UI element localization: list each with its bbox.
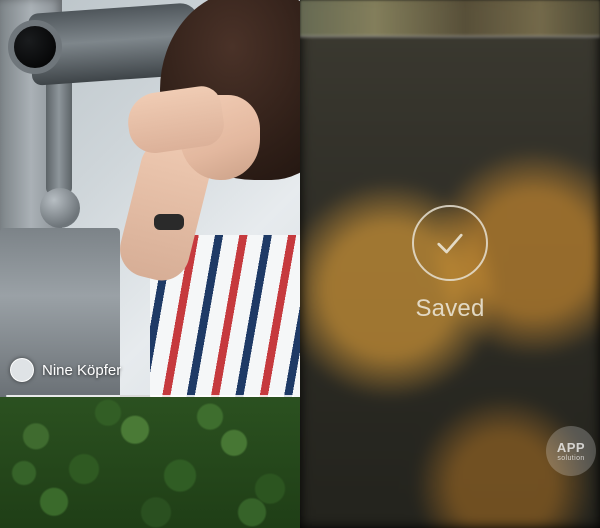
feed-photo-top[interactable] xyxy=(0,0,300,395)
watermark-sub: solution xyxy=(557,455,584,462)
check-icon xyxy=(412,205,488,281)
decor-forest xyxy=(0,397,300,528)
decor-scope-knob xyxy=(40,188,80,228)
decor-scope-mount xyxy=(46,74,72,194)
watermark-main: APP xyxy=(557,441,585,454)
decor-scope-lens xyxy=(8,20,62,74)
author-avatar[interactable] xyxy=(10,358,34,382)
decor-person xyxy=(110,0,300,340)
watermark-badge: APP solution xyxy=(546,426,596,476)
photo-feed-pane: Nine Köpfer xyxy=(0,0,300,528)
feed-photo-bottom[interactable] xyxy=(0,397,300,528)
author-name: Nine Köpfer xyxy=(42,362,121,379)
saved-label: Saved xyxy=(415,295,484,323)
saved-confirmation-pane: Saved APP solution xyxy=(300,0,600,528)
photo-attribution[interactable]: Nine Köpfer xyxy=(10,358,121,382)
